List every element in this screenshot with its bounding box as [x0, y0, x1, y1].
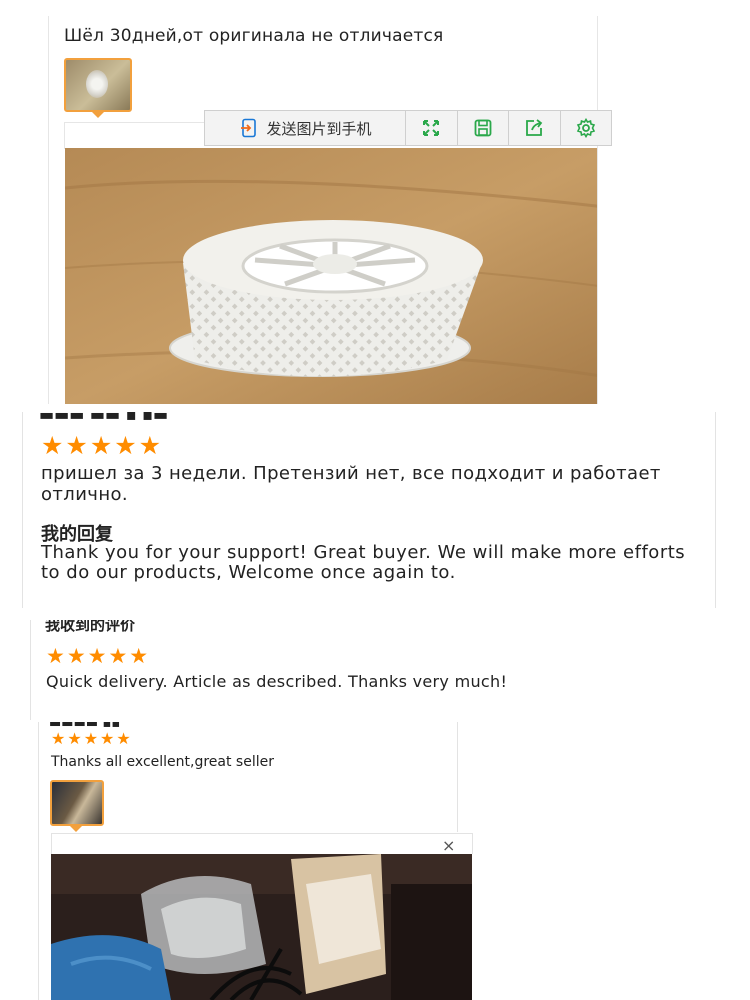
review-photo[interactable] — [51, 854, 472, 1000]
image-toolbar: 发送图片到手机 — [204, 110, 612, 146]
star-rating: ★★★★★ — [51, 729, 133, 748]
selected-caret-icon — [69, 825, 83, 832]
share-button[interactable] — [509, 111, 561, 145]
review-panel-1: Шёл 30дней,от оригинала не отличается — [48, 16, 598, 404]
review-panel-3: 我收到的评价 ★★★★★ Quick delivery. Article as … — [30, 620, 551, 720]
seller-reply-text: Thank you for your support! Great buyer.… — [41, 542, 686, 583]
save-button[interactable] — [458, 111, 510, 145]
panel-divider — [457, 722, 458, 832]
review-photo[interactable] — [65, 148, 598, 404]
share-icon — [526, 119, 543, 136]
save-icon — [474, 119, 492, 137]
close-icon[interactable]: × — [442, 836, 455, 855]
star-rating: ★★★★★ — [46, 644, 151, 668]
settings-button[interactable] — [561, 111, 612, 145]
preview-frame — [51, 833, 473, 854]
clipped-header: ▬▬▬ ▬▬ ▪ ▪▬ — [39, 412, 169, 424]
review-panel-2: ▬▬▬ ▬▬ ▪ ▪▬ ★★★★★ пришел за 3 недели. Пр… — [22, 412, 716, 608]
send-to-phone-button[interactable]: 发送图片到手机 — [205, 111, 407, 145]
review-panel-4: ▬▬▬▬ ▪▪ ★★★★★ Thanks all excellent,great… — [38, 722, 479, 1000]
photo-thumbnail[interactable] — [50, 780, 104, 826]
fullscreen-button[interactable] — [406, 111, 458, 145]
review-text: пришел за 3 недели. Претензий нет, все п… — [41, 463, 661, 505]
selected-caret-icon — [90, 110, 106, 118]
settings-icon — [576, 118, 595, 138]
clipped-header: 我收到的评价 — [45, 620, 136, 634]
send-to-phone-icon — [240, 118, 256, 138]
photo-thumbnail[interactable] — [64, 58, 132, 112]
review-text: Шёл 30дней,от оригинала не отличается — [64, 26, 444, 46]
review-text: Thanks all excellent,great seller — [51, 754, 274, 770]
fullscreen-icon — [423, 120, 440, 136]
send-to-phone-label: 发送图片到手机 — [266, 119, 372, 138]
review-text: Quick delivery. Article as described. Th… — [46, 672, 508, 691]
star-rating: ★★★★★ — [41, 431, 164, 460]
